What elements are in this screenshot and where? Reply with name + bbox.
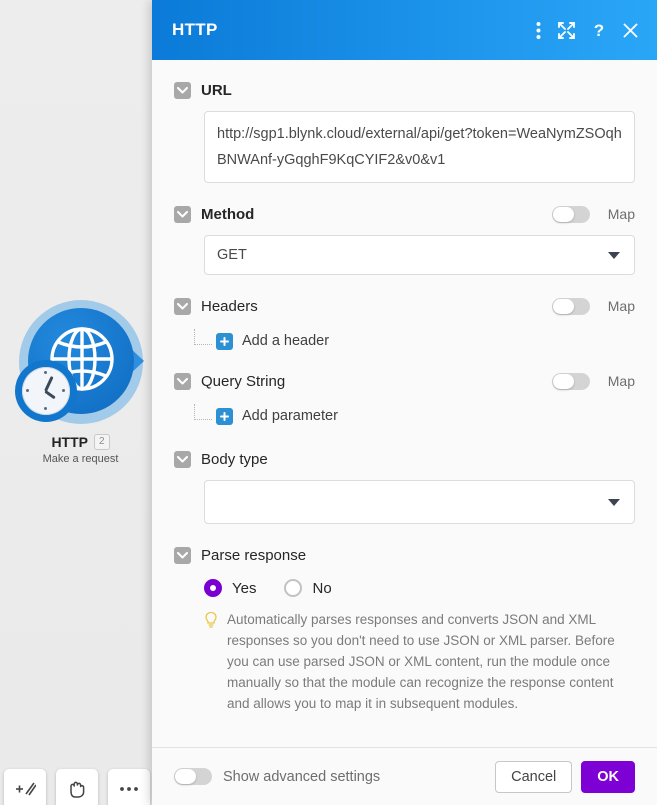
module-badge: 2	[94, 434, 110, 450]
section-method: Method Map GET	[174, 202, 635, 275]
module-title-text: HTTP	[51, 434, 88, 450]
headers-collapse-toggle[interactable]	[174, 297, 191, 315]
chevron-down-icon	[177, 86, 188, 93]
method-collapse-toggle[interactable]	[174, 205, 191, 223]
url-label: URL	[201, 81, 232, 99]
section-parse-response: Parse response Yes No Automatically pars…	[174, 543, 635, 714]
chevron-down-icon	[177, 455, 188, 462]
chevron-down-icon	[608, 499, 620, 506]
query-string-label: Query String	[201, 372, 286, 390]
url-collapse-toggle[interactable]	[174, 81, 191, 99]
method-label: Method	[201, 205, 255, 223]
show-advanced-settings-label: Show advanced settings	[223, 768, 381, 785]
query-string-label-row: Query String Map	[174, 369, 635, 393]
chevron-down-icon	[177, 210, 188, 217]
method-label-row: Method Map	[174, 202, 635, 226]
toggle-knob	[175, 769, 196, 784]
tree-connector	[194, 329, 212, 345]
add-header-row[interactable]: Add a header	[194, 329, 635, 353]
svg-text:?: ?	[594, 21, 604, 40]
url-label-row: URL	[174, 78, 635, 102]
method-select-value: GET	[217, 247, 247, 263]
body-type-collapse-toggle[interactable]	[174, 450, 191, 468]
parse-response-collapse-toggle[interactable]	[174, 546, 191, 564]
help-icon[interactable]: ?	[592, 21, 606, 40]
toggle-knob	[552, 298, 574, 314]
module-title: HTTP 2	[8, 434, 153, 450]
add-module-tool[interactable]	[4, 769, 46, 805]
parse-response-hint-text: Automatically parses responses and conve…	[227, 612, 615, 711]
ellipsis-icon	[120, 787, 138, 791]
query-string-map-toggle[interactable]	[551, 372, 590, 390]
chevron-down-icon	[177, 302, 188, 309]
chevron-down-icon	[608, 252, 620, 259]
canvas-toolbar[interactable]	[4, 769, 150, 805]
parse-response-label-yes: Yes	[232, 579, 257, 597]
method-select[interactable]: GET	[204, 235, 635, 275]
method-map-label: Map	[607, 206, 635, 222]
chevron-down-icon	[177, 551, 188, 558]
panel-body: URL http://sgp1.blynk.cloud/external/api…	[152, 60, 657, 747]
plus-icon[interactable]	[216, 332, 233, 350]
pan-hand-tool[interactable]	[56, 769, 98, 805]
parse-response-radio-no[interactable]	[284, 579, 303, 597]
toggle-knob	[552, 206, 574, 222]
add-parameter-label: Add parameter	[242, 408, 338, 424]
parse-response-label-no: No	[312, 579, 332, 597]
parse-response-radio-yes[interactable]	[204, 579, 222, 597]
cancel-button[interactable]: Cancel	[495, 760, 573, 793]
body-type-select[interactable]	[204, 480, 635, 524]
ok-button[interactable]: OK	[581, 760, 635, 793]
hand-icon	[70, 781, 85, 798]
section-headers: Headers Map Add a header	[174, 294, 635, 353]
chevron-down-icon	[177, 377, 188, 384]
url-input-value: http://sgp1.blynk.cloud/external/api/get…	[217, 126, 622, 168]
panel-footer: Show advanced settings Cancel OK	[152, 747, 657, 805]
url-input[interactable]: http://sgp1.blynk.cloud/external/api/get…	[204, 111, 635, 183]
expand-icon[interactable]	[557, 21, 576, 40]
panel-title: HTTP	[172, 20, 218, 39]
toggle-knob	[552, 373, 574, 389]
close-icon[interactable]	[622, 22, 639, 39]
show-advanced-settings-toggle[interactable]	[174, 768, 212, 785]
tree-connector	[194, 404, 212, 420]
section-body-type: Body type	[174, 447, 635, 524]
panel-header: HTTP ?	[152, 0, 657, 60]
lightbulb-icon	[205, 611, 217, 628]
section-url: URL http://sgp1.blynk.cloud/external/api…	[174, 78, 635, 183]
more-options-tool[interactable]	[108, 769, 150, 805]
parse-response-label-row: Parse response	[174, 543, 635, 567]
headers-label-row: Headers Map	[174, 294, 635, 318]
plus-icon[interactable]	[216, 407, 233, 425]
headers-map-label: Map	[607, 298, 635, 314]
section-query-string: Query String Map Add parameter	[174, 369, 635, 428]
body-type-label: Body type	[201, 450, 268, 468]
parse-response-hint: Automatically parses responses and conve…	[204, 609, 635, 714]
method-map-toggle[interactable]	[551, 205, 590, 223]
menu-dots-icon[interactable]	[536, 21, 541, 40]
parse-response-label: Parse response	[201, 546, 307, 564]
panel-header-actions: ?	[536, 21, 639, 40]
query-string-collapse-toggle[interactable]	[174, 372, 191, 390]
parse-response-options: Yes No	[204, 579, 635, 597]
module-http[interactable]: HTTP 2 Make a request	[8, 300, 153, 465]
http-module-panel: HTTP ? URL http://sgp1.blynk.cloud/exter…	[152, 0, 657, 805]
add-header-label: Add a header	[242, 333, 330, 349]
flow-canvas[interactable]: HTTP 2 Make a request	[0, 0, 152, 805]
body-type-label-row: Body type	[174, 447, 635, 471]
module-icon	[14, 300, 144, 424]
clock-badge-icon	[14, 360, 77, 422]
query-string-map-label: Map	[607, 373, 635, 389]
add-parameter-row[interactable]: Add parameter	[194, 404, 635, 428]
headers-map-toggle[interactable]	[551, 297, 590, 315]
module-subtitle: Make a request	[42, 453, 119, 465]
add-module-icon	[16, 782, 36, 796]
headers-label: Headers	[201, 297, 258, 315]
